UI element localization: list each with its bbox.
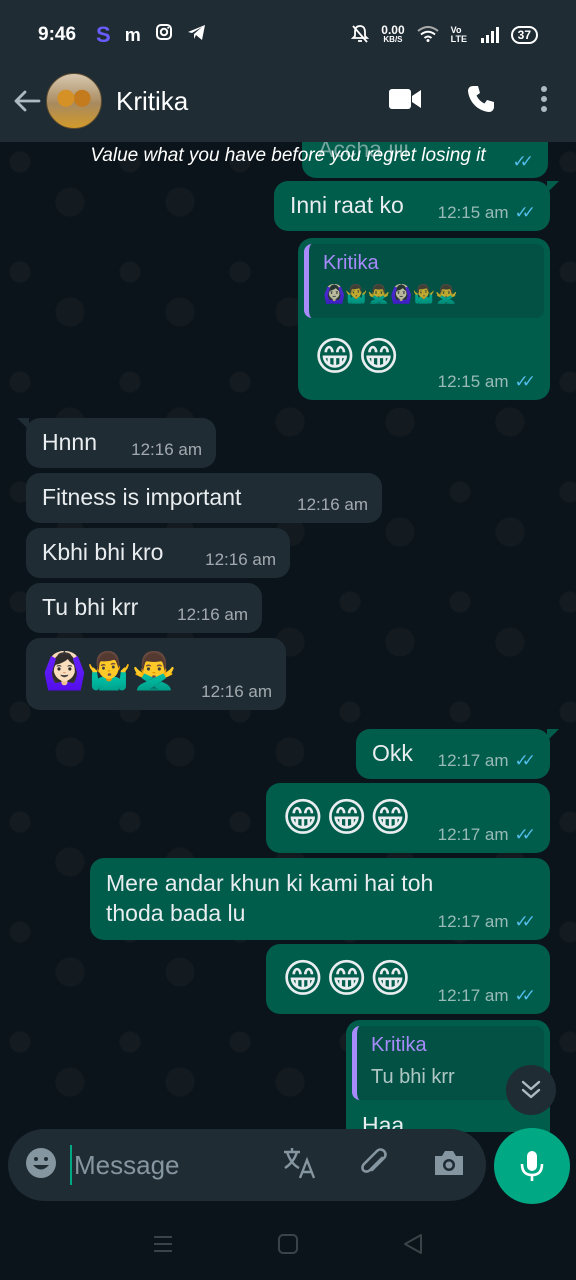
- message-text: Hnnn: [42, 429, 97, 455]
- menu-nav-icon[interactable]: [152, 1234, 174, 1259]
- net-speed-unit: KB/S: [383, 35, 403, 44]
- message-time: 12:17 am: [437, 825, 509, 844]
- message-bubble-incoming[interactable]: Hnnn 12:16 am: [17, 418, 216, 468]
- mute-bell-icon: [351, 24, 370, 47]
- message-bubble-outgoing[interactable]: 😁😁😁 12:17 am ✓✓: [266, 783, 550, 853]
- input-actions: [282, 1146, 470, 1185]
- message-text-line-1: Mere andar khun ki kami hai toh: [106, 870, 434, 896]
- message-time: 12:16 am: [205, 550, 276, 569]
- message-bubble-incoming[interactable]: Fitness is important 12:16 am: [26, 473, 382, 523]
- battery-indicator: 37: [510, 26, 538, 44]
- status-right: 0.00 KB/S Vo LTE 37: [351, 24, 538, 47]
- quoted-text: Tu bhi krr: [371, 1066, 455, 1088]
- network-speed: 0.00 KB/S: [381, 23, 405, 45]
- message-time: 12:16 am: [131, 440, 202, 459]
- message-text: Tu bhi krr: [42, 594, 139, 620]
- video-call-icon[interactable]: [388, 87, 422, 116]
- mic-button[interactable]: [494, 1128, 570, 1204]
- contact-name[interactable]: Kritika: [116, 86, 188, 117]
- message-text: Inni raat ko: [290, 192, 404, 218]
- message-meta: 12:16 am: [177, 605, 248, 625]
- header-actions: [388, 84, 566, 119]
- message-meta: 12:16 am: [131, 440, 202, 460]
- message-time: 12:16 am: [201, 682, 272, 701]
- message-input-bar: [8, 1129, 486, 1201]
- message-meta: 12:16 am: [205, 550, 276, 570]
- message-text-line-2: thoda bada lu: [106, 900, 246, 926]
- read-ticks-icon: ✓✓: [514, 203, 536, 222]
- message-bubble-incoming[interactable]: Kbhi bhi kro 12:16 am: [26, 528, 290, 578]
- message-text: Fitness is important: [42, 484, 242, 510]
- message-meta: 12:17 am ✓✓: [438, 751, 536, 771]
- message-bubble-incoming[interactable]: 🙆🏻‍♀️🤷‍♂️🙅‍♂️ 12:16 am: [26, 638, 286, 710]
- more-options-icon[interactable]: [540, 85, 548, 118]
- app-notification-icon-s: S: [96, 22, 111, 47]
- read-ticks-icon: ✓✓: [514, 372, 536, 391]
- message-text: 😁😁😁: [282, 796, 414, 840]
- wifi-icon: [417, 25, 439, 45]
- mic-icon: [520, 1151, 544, 1181]
- telegram-icon: [187, 24, 206, 47]
- message-meta: 12:16 am: [297, 495, 368, 515]
- message-meta: 12:17 am ✓✓: [438, 825, 536, 845]
- contact-status-motto: Value what you have before you regret lo…: [90, 145, 486, 166]
- message-time: 12:16 am: [297, 495, 368, 514]
- message-bubble-reply[interactable]: Kritika 🙆🏻‍♀️🤷‍♂️🙅‍♂️🙆🏻‍♀️🤷‍♂️🙅‍♂️ 😁😁 12…: [298, 238, 550, 400]
- double-chevron-down-icon: [521, 1080, 541, 1099]
- message-meta: 12:15 am ✓✓: [438, 203, 536, 223]
- message-bubble-outgoing[interactable]: 😁😁😁 12:17 am ✓✓: [266, 944, 550, 1014]
- status-left: 9:46 S m: [38, 22, 206, 48]
- chat-header: Kritika: [0, 60, 576, 142]
- read-ticks-icon: ✓✓: [514, 751, 536, 770]
- status-time: 9:46: [38, 24, 77, 45]
- back-arrow-icon[interactable]: [10, 84, 44, 118]
- quoted-message[interactable]: Kritika 🙆🏻‍♀️🤷‍♂️🙅‍♂️🙆🏻‍♀️🤷‍♂️🙅‍♂️: [304, 244, 544, 318]
- message-time: 12:15 am: [437, 372, 509, 391]
- system-navigation-bar: [0, 1212, 576, 1280]
- message-time: 12:16 am: [177, 605, 248, 624]
- quoted-sender: Kritika: [323, 252, 379, 274]
- read-ticks-icon: ✓✓: [514, 986, 536, 1005]
- message-time: 12:17 am: [437, 986, 509, 1005]
- message-bubble-outgoing[interactable]: Okk 12:17 am ✓✓: [356, 729, 559, 779]
- signal-strength-icon: [480, 27, 499, 43]
- back-nav-icon[interactable]: [402, 1233, 424, 1260]
- quoted-text: 🙆🏻‍♀️🤷‍♂️🙅‍♂️🙆🏻‍♀️🤷‍♂️🙅‍♂️: [323, 284, 458, 304]
- message-text: Okk: [372, 740, 413, 766]
- message-time: 12:15 am: [437, 203, 509, 222]
- translate-icon[interactable]: [282, 1146, 318, 1185]
- emoji-icon[interactable]: [24, 1146, 58, 1185]
- message-text: 😁😁: [314, 335, 402, 379]
- message-bubble-outgoing[interactable]: Inni raat ko 12:15 am ✓✓: [274, 181, 559, 231]
- message-meta: 12:16 am: [201, 682, 272, 702]
- instagram-icon: [155, 23, 173, 47]
- message-input[interactable]: [70, 1145, 270, 1185]
- camera-icon[interactable]: [432, 1148, 466, 1183]
- quoted-sender: Kritika: [371, 1034, 427, 1056]
- message-text: Kbhi bhi kro: [42, 539, 164, 565]
- voice-call-icon[interactable]: [466, 84, 496, 119]
- message-time: 12:17 am: [437, 912, 509, 931]
- volte-label: Vo LTE: [450, 25, 467, 44]
- chat-messages[interactable]: Value what you have before you regret lo…: [0, 142, 576, 1132]
- home-nav-icon[interactable]: [277, 1233, 299, 1260]
- message-meta: 12:17 am ✓✓: [438, 986, 536, 1006]
- message-text: 🙆🏻‍♀️🤷‍♂️🙅‍♂️: [42, 650, 177, 691]
- net-speed-value: 0.00: [381, 23, 405, 37]
- message-time: 12:17 am: [437, 751, 509, 770]
- scroll-to-bottom-button[interactable]: [506, 1065, 556, 1115]
- app-notification-icon-m: m: [124, 24, 141, 45]
- avatar[interactable]: [46, 73, 102, 129]
- message-text: 😁😁😁: [282, 957, 414, 1001]
- read-ticks-icon: ✓✓: [514, 825, 536, 844]
- read-ticks-icon: ✓✓: [514, 912, 536, 931]
- message-meta: 12:15 am ✓✓: [438, 372, 536, 392]
- message-bubble-outgoing[interactable]: Mere andar khun ki kami hai toh thoda ba…: [90, 858, 550, 940]
- message-bubble-incoming[interactable]: Tu bhi krr 12:16 am: [26, 583, 262, 633]
- message-meta: 12:17 am ✓✓: [438, 912, 536, 932]
- attach-icon[interactable]: [358, 1146, 392, 1185]
